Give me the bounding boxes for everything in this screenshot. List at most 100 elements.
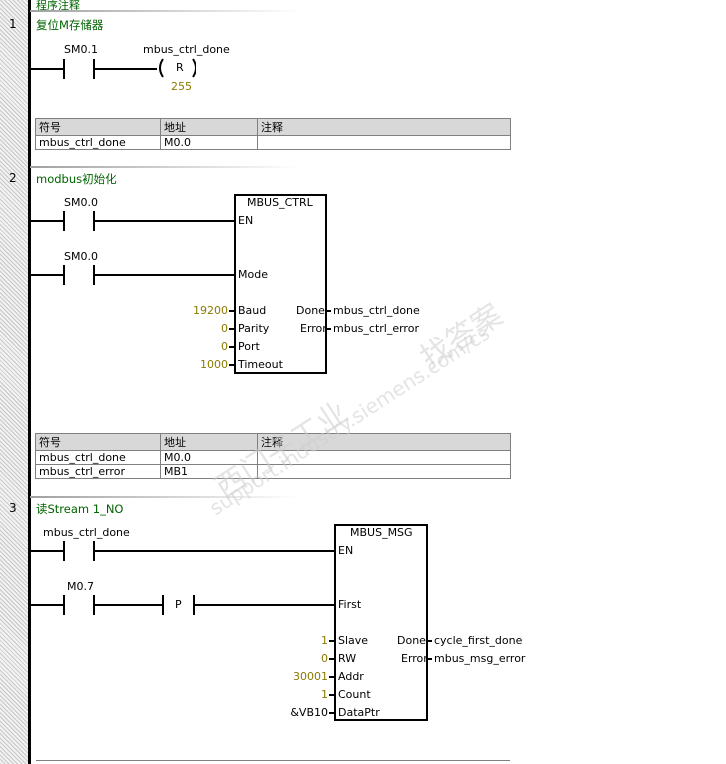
pin-done: Done bbox=[296, 304, 325, 317]
comment-cell bbox=[257, 135, 511, 150]
error-output[interactable]: mbus_msg_error bbox=[434, 652, 525, 665]
table-row[interactable]: mbus_ctrl_done M0.0 bbox=[35, 135, 511, 150]
network-comment[interactable]: 读Stream 1_NO bbox=[36, 501, 124, 517]
network-number: 2 bbox=[9, 171, 17, 185]
address-cell: M0.0 bbox=[160, 135, 258, 150]
rung-wire bbox=[95, 68, 157, 70]
power-rail bbox=[28, 0, 31, 764]
symbol-cell: mbus_ctrl_done bbox=[35, 450, 161, 465]
addr-value[interactable]: 30001 bbox=[293, 670, 328, 683]
header-separator bbox=[30, 10, 300, 12]
timeout-value[interactable]: 1000 bbox=[200, 358, 228, 371]
rung-wire bbox=[95, 220, 235, 222]
contact-left-bar[interactable] bbox=[63, 265, 65, 285]
pin-timeout: Timeout bbox=[238, 358, 283, 371]
rung-wire bbox=[95, 604, 163, 606]
table-row[interactable]: mbus_ctrl_done M0.0 bbox=[35, 450, 511, 465]
network-comment[interactable]: modbus初始化 bbox=[36, 171, 117, 187]
pin-done: Done bbox=[397, 634, 426, 647]
network-comment[interactable]: 复位M存储器 bbox=[36, 17, 103, 33]
rung-wire bbox=[31, 68, 64, 70]
pin-stub bbox=[229, 328, 235, 330]
block-title: MBUS_MSG bbox=[350, 526, 413, 539]
pin-error: Error bbox=[300, 322, 327, 335]
symbol-column-header: 符号 bbox=[35, 118, 161, 136]
comment-column-header: 注释 bbox=[257, 433, 511, 451]
pin-stub bbox=[426, 658, 432, 660]
rung-wire bbox=[195, 604, 335, 606]
port-value[interactable]: 0 bbox=[221, 340, 228, 353]
rung-wire bbox=[31, 220, 64, 222]
contact-operand[interactable]: SM0.0 bbox=[64, 196, 98, 209]
symbol-table: 符号 地址 注释 mbus_ctrl_done M0.0 mbus_ctrl_e… bbox=[35, 433, 511, 479]
pin-first: First bbox=[338, 598, 362, 611]
pin-port: Port bbox=[238, 340, 260, 353]
comment-cell bbox=[257, 450, 511, 465]
contact-operand[interactable]: M0.7 bbox=[67, 580, 94, 593]
symbol-cell: mbus_ctrl_error bbox=[35, 464, 161, 479]
table-row[interactable]: mbus_ctrl_error MB1 bbox=[35, 464, 511, 479]
pin-count: Count bbox=[338, 688, 371, 701]
coil-type: R bbox=[176, 61, 184, 74]
pin-stub bbox=[325, 328, 331, 330]
table-top-border bbox=[36, 760, 510, 761]
contact-left-bar[interactable] bbox=[63, 595, 65, 615]
contact-left-bar[interactable] bbox=[63, 541, 65, 561]
pin-stub bbox=[329, 712, 335, 714]
pin-stub bbox=[329, 694, 335, 696]
pin-stub bbox=[229, 364, 235, 366]
address-cell: M0.0 bbox=[160, 450, 258, 465]
watermark-cn-2: 找答案 bbox=[414, 297, 509, 377]
dataptr-value[interactable]: &VB10 bbox=[290, 706, 328, 719]
rung-wire bbox=[95, 550, 335, 552]
edge-left-bar[interactable] bbox=[162, 595, 164, 615]
pin-en: EN bbox=[238, 214, 254, 227]
pin-dataptr: DataPtr bbox=[338, 706, 380, 719]
rung-wire bbox=[95, 274, 235, 276]
pin-addr: Addr bbox=[338, 670, 364, 683]
contact-operand[interactable]: mbus_ctrl_done bbox=[43, 526, 130, 539]
error-output[interactable]: mbus_ctrl_error bbox=[333, 322, 419, 335]
slave-value[interactable]: 1 bbox=[321, 634, 328, 647]
pin-rw: RW bbox=[338, 652, 357, 665]
pin-mode: Mode bbox=[238, 268, 268, 281]
pin-baud: Baud bbox=[238, 304, 267, 317]
pin-stub bbox=[329, 640, 335, 642]
done-output[interactable]: mbus_ctrl_done bbox=[333, 304, 420, 317]
pin-stub bbox=[426, 640, 432, 642]
network-number: 1 bbox=[9, 17, 17, 31]
pin-stub bbox=[329, 676, 335, 678]
pin-error: Error bbox=[401, 652, 428, 665]
pin-en: EN bbox=[338, 544, 354, 557]
left-margin-stripe bbox=[0, 0, 28, 764]
contact-operand[interactable]: SM0.0 bbox=[64, 250, 98, 263]
network-separator bbox=[30, 166, 300, 168]
rung-wire bbox=[31, 274, 64, 276]
address-cell: MB1 bbox=[160, 464, 258, 479]
comment-cell bbox=[257, 464, 511, 479]
symbol-cell: mbus_ctrl_done bbox=[35, 135, 161, 150]
parity-value[interactable]: 0 bbox=[221, 322, 228, 335]
address-column-header: 地址 bbox=[160, 433, 258, 451]
network-separator bbox=[30, 496, 300, 498]
pin-parity: Parity bbox=[238, 322, 270, 335]
pin-stub bbox=[229, 346, 235, 348]
pin-slave: Slave bbox=[338, 634, 369, 647]
address-column-header: 地址 bbox=[160, 118, 258, 136]
positive-edge-label: P bbox=[175, 598, 182, 611]
count-value[interactable]: 1 bbox=[321, 688, 328, 701]
rw-value[interactable]: 0 bbox=[321, 652, 328, 665]
pin-stub bbox=[329, 658, 335, 660]
contact-operand[interactable]: SM0.1 bbox=[64, 43, 98, 56]
contact-left-bar[interactable] bbox=[63, 211, 65, 231]
symbol-table: 符号 地址 注释 mbus_ctrl_done M0.0 bbox=[35, 118, 511, 150]
coil-operand[interactable]: mbus_ctrl_done bbox=[143, 43, 230, 56]
coil-count[interactable]: 255 bbox=[171, 80, 192, 93]
rung-wire bbox=[31, 550, 64, 552]
network-number: 3 bbox=[9, 501, 17, 515]
done-output[interactable]: cycle_first_done bbox=[434, 634, 522, 647]
pin-stub bbox=[325, 310, 331, 312]
baud-value[interactable]: 19200 bbox=[193, 304, 228, 317]
contact-left-bar[interactable] bbox=[63, 59, 65, 79]
pin-stub bbox=[229, 310, 235, 312]
